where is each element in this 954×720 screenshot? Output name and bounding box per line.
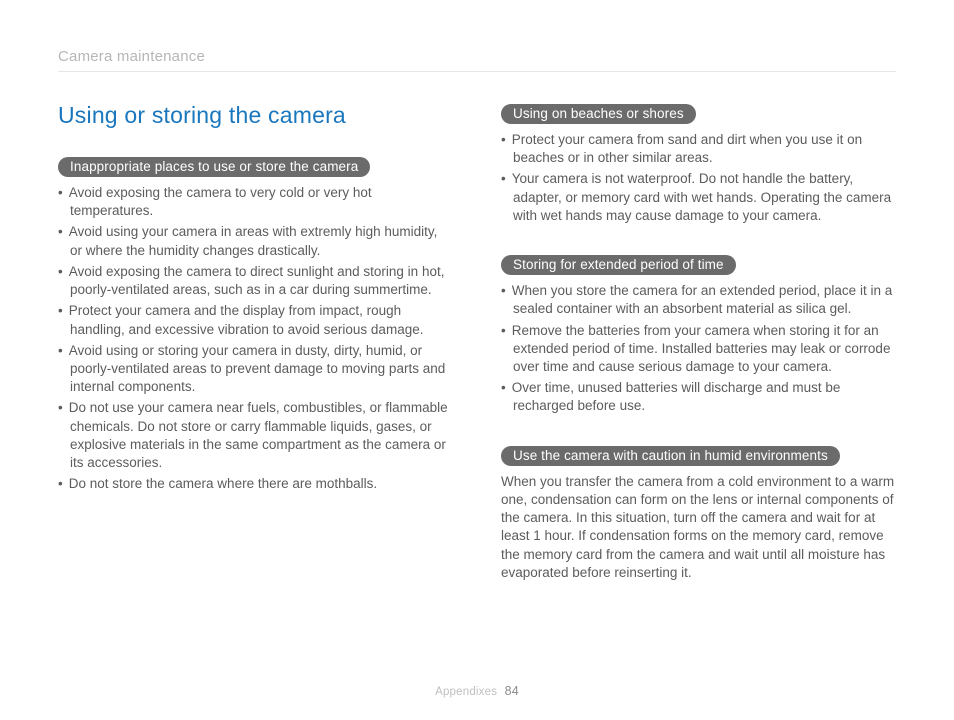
pill-inappropriate-places: Inappropriate places to use or store the…	[58, 157, 370, 177]
list-item: Avoid using or storing your camera in du…	[58, 342, 453, 397]
list-item: Over time, unused batteries will dischar…	[501, 379, 896, 415]
columns: Using or storing the camera Inappropriat…	[58, 102, 896, 612]
bullet-list-inappropriate: Avoid exposing the camera to very cold o…	[58, 184, 453, 494]
main-heading: Using or storing the camera	[58, 102, 453, 129]
page-footer: Appendixes 84	[0, 684, 954, 698]
pill-beaches: Using on beaches or shores	[501, 104, 696, 124]
bullet-list-extended-storage: When you store the camera for an extende…	[501, 282, 896, 416]
list-item: Protect your camera from sand and dirt w…	[501, 131, 896, 167]
column-right: Using on beaches or shores Protect your …	[501, 104, 896, 612]
column-left: Using or storing the camera Inappropriat…	[58, 102, 453, 612]
list-item: Protect your camera and the display from…	[58, 302, 453, 338]
bullet-list-beaches: Protect your camera from sand and dirt w…	[501, 131, 896, 225]
list-item: Do not store the camera where there are …	[58, 475, 453, 493]
list-item: Avoid exposing the camera to direct sunl…	[58, 263, 453, 299]
paragraph-humid: When you transfer the camera from a cold…	[501, 473, 896, 582]
running-head: Camera maintenance	[58, 48, 896, 72]
list-item: Avoid using your camera in areas with ex…	[58, 223, 453, 259]
footer-page-number: 84	[505, 684, 519, 698]
list-item: Avoid exposing the camera to very cold o…	[58, 184, 453, 220]
footer-section: Appendixes	[435, 686, 497, 698]
list-item: When you store the camera for an extende…	[501, 282, 896, 318]
pill-extended-storage: Storing for extended period of time	[501, 255, 736, 275]
pill-humid-environments: Use the camera with caution in humid env…	[501, 446, 840, 466]
list-item: Remove the batteries from your camera wh…	[501, 322, 896, 377]
list-item: Your camera is not waterproof. Do not ha…	[501, 170, 896, 225]
list-item: Do not use your camera near fuels, combu…	[58, 399, 453, 472]
document-page: Camera maintenance Using or storing the …	[0, 0, 954, 720]
